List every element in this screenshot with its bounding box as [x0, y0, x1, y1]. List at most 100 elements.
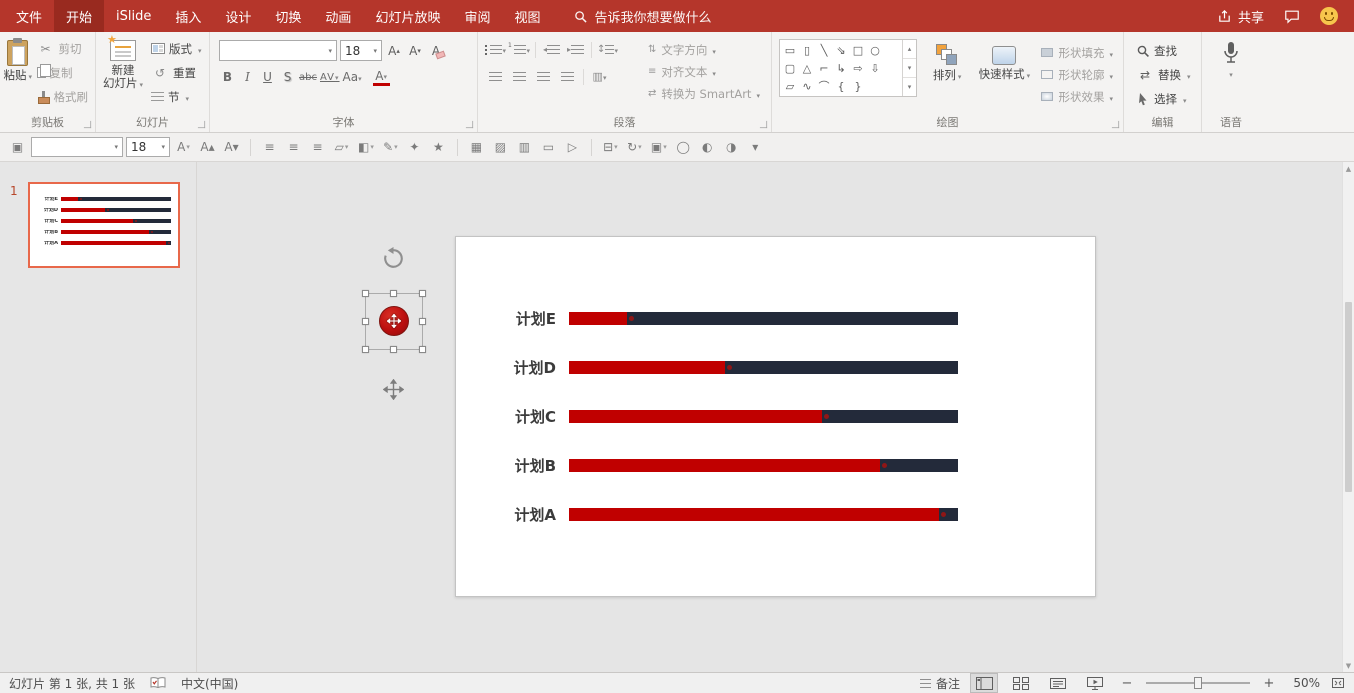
rotate-handle-icon[interactable] [382, 247, 405, 270]
reading-view-button[interactable] [1045, 674, 1071, 692]
quick-styles-button[interactable]: 快速样式 [977, 39, 1031, 106]
scrollbar-thumb[interactable] [1345, 302, 1352, 492]
shrink-font-icon[interactable]: A▾ [221, 136, 242, 158]
insert-picture-icon[interactable]: ▨ [490, 136, 511, 158]
align-right-icon[interactable]: ≡ [307, 136, 328, 158]
selection-handle-se[interactable] [419, 346, 426, 353]
slide-thumbnail[interactable]: 计划E计划D计划C计划B计划A [28, 182, 180, 268]
shape-option[interactable]: } [852, 80, 864, 93]
menu-tab-切换[interactable]: 切换 [263, 0, 313, 32]
reset-button[interactable]: 重置 [147, 62, 206, 83]
align-center-button[interactable] [509, 67, 530, 86]
draw-shape-icon[interactable]: ▱▾ [331, 136, 352, 158]
clear-formatting-button[interactable] [427, 42, 445, 60]
shape-option[interactable]: ╲ [818, 44, 830, 57]
shape-option[interactable]: ▭ [784, 44, 796, 57]
dialog-launcher-slides[interactable] [198, 121, 205, 128]
align-left-icon[interactable]: ≡ [259, 136, 280, 158]
gallery-more-button[interactable]: ▾ [903, 78, 916, 96]
format-painter-button[interactable]: 格式刷 [33, 86, 93, 107]
slide-sorter-view-button[interactable] [1008, 674, 1034, 692]
font-color-icon[interactable]: A▾ [173, 136, 194, 158]
align-text-button[interactable]: ≡对齐文本 [645, 62, 763, 81]
bold-button[interactable]: B [219, 68, 236, 86]
selected-oval-shape[interactable] [379, 306, 409, 336]
selection-handle-n[interactable] [390, 290, 397, 297]
text-shadow-button[interactable]: S [279, 68, 296, 86]
strikethrough-button[interactable]: abc [299, 68, 317, 86]
zoom-slider[interactable] [1146, 682, 1250, 684]
bullets-button[interactable] [485, 40, 506, 59]
new-slide-button[interactable]: 新建幻灯片 [99, 35, 147, 113]
decrease-indent-button[interactable]: ◂ [541, 40, 562, 59]
chart-bar-track[interactable] [61, 197, 171, 201]
numbering-button[interactable] [509, 40, 530, 59]
vertical-scrollbar[interactable]: ▲ ▼ [1342, 162, 1354, 672]
chart-bar-track[interactable] [61, 208, 171, 212]
format-painter-icon[interactable]: ✦ [404, 136, 425, 158]
paste-button[interactable]: 粘贴 [3, 35, 33, 113]
convert-smartart-button[interactable]: ⇄转换为 SmartArt [645, 84, 763, 103]
selection-handle-sw[interactable] [362, 346, 369, 353]
dialog-launcher-clipboard[interactable] [84, 121, 91, 128]
align-objects-icon[interactable]: ⊟▾ [600, 136, 621, 158]
quick-style-icon[interactable]: ★ [428, 136, 449, 158]
shape-option[interactable]: ⌒ [818, 78, 830, 94]
columns-button[interactable]: ▥ [589, 67, 610, 86]
scroll-up-arrow[interactable]: ▲ [1343, 162, 1354, 175]
chart-bar-track[interactable] [61, 219, 171, 223]
quick-font-name-combo[interactable]: ▾ [31, 137, 123, 157]
dialog-launcher-drawing[interactable] [1112, 121, 1119, 128]
tell-me-search[interactable]: 告诉我你想要做什么 [574, 0, 711, 32]
align-left-button[interactable] [485, 67, 506, 86]
chart-bar-track[interactable] [569, 508, 958, 521]
merge-intersect-icon[interactable]: ◑ [721, 136, 742, 158]
fit-to-window-icon[interactable] [1331, 677, 1345, 689]
text-direction-button[interactable]: ⇅文字方向 [645, 40, 763, 59]
shape-option[interactable]: ⇩ [869, 62, 881, 75]
shape-option[interactable]: ▯ [801, 44, 813, 57]
menu-tab-文件[interactable]: 文件 [4, 0, 54, 32]
selection-handle-e[interactable] [419, 318, 426, 325]
italic-button[interactable]: I [239, 68, 256, 86]
shape-option[interactable]: ⇨ [852, 62, 864, 75]
language-status[interactable]: 中文(中国) [181, 675, 238, 692]
gallery-scroll-up[interactable]: ▴ [903, 40, 916, 59]
shape-option[interactable]: ↳ [835, 62, 847, 75]
share-button[interactable]: 共享 [1217, 7, 1264, 26]
chart-bar-track[interactable] [569, 312, 958, 325]
zoom-in-button[interactable]: + [1261, 676, 1277, 691]
quick-font-size-combo[interactable]: 18▾ [126, 137, 170, 157]
menu-tab-设计[interactable]: 设计 [213, 0, 263, 32]
arrange-button[interactable]: 排列 [924, 39, 970, 106]
notes-button[interactable]: 备注 [920, 675, 960, 692]
change-case-button[interactable]: Aa [343, 68, 362, 86]
merge-combine-icon[interactable]: ◐ [697, 136, 718, 158]
shape-option[interactable]: { [835, 80, 847, 93]
dialog-launcher-paragraph[interactable] [760, 121, 767, 128]
align-center-icon[interactable]: ≡ [283, 136, 304, 158]
find-button[interactable]: 查找 [1132, 40, 1193, 61]
font-size-combo[interactable]: 18▾ [340, 40, 382, 61]
shape-option[interactable]: □ [852, 44, 864, 57]
shape-outline-button[interactable]: 形状轮廓 [1038, 65, 1116, 84]
shape-option[interactable]: ∿ [801, 80, 813, 93]
justify-button[interactable] [557, 67, 578, 86]
slideshow-view-button[interactable] [1082, 674, 1108, 692]
zoom-slider-thumb[interactable] [1194, 677, 1202, 689]
insert-table-icon[interactable]: ▦ [466, 136, 487, 158]
normal-view-button[interactable] [971, 674, 997, 692]
underline-button[interactable]: U [259, 68, 276, 86]
chart-bar-track[interactable] [569, 361, 958, 374]
selection-handle-nw[interactable] [362, 290, 369, 297]
grow-font-icon[interactable]: A▴ [197, 136, 218, 158]
section-button[interactable]: 节 [147, 86, 206, 107]
chart-bar-track[interactable] [61, 241, 171, 245]
group-objects-icon[interactable]: ▣▾ [648, 136, 670, 158]
selection-handle-w[interactable] [362, 318, 369, 325]
shape-effects-button[interactable]: 形状效果 [1038, 87, 1116, 106]
cut-button[interactable]: 剪切 [33, 38, 93, 59]
grow-font-button[interactable] [385, 42, 403, 60]
menu-tab-iSlide[interactable]: iSlide [104, 0, 163, 32]
shape-option[interactable]: ⌐ [818, 62, 830, 75]
